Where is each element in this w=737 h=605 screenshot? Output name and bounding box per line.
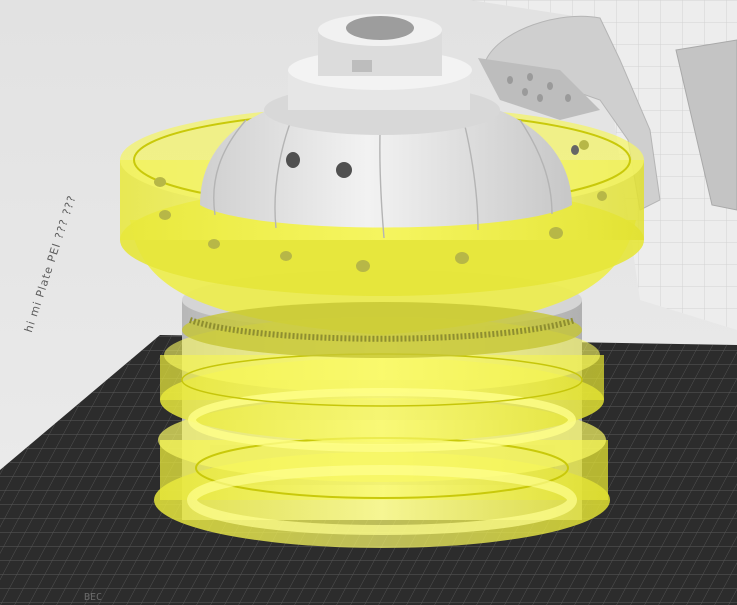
3d-viewport[interactable]: hi mi Plate PEI ??? ??? BEC: [0, 0, 737, 605]
build-plate-corner-label: BEC: [84, 592, 103, 603]
model-hub: [264, 14, 500, 135]
scene-canvas[interactable]: [0, 0, 737, 605]
